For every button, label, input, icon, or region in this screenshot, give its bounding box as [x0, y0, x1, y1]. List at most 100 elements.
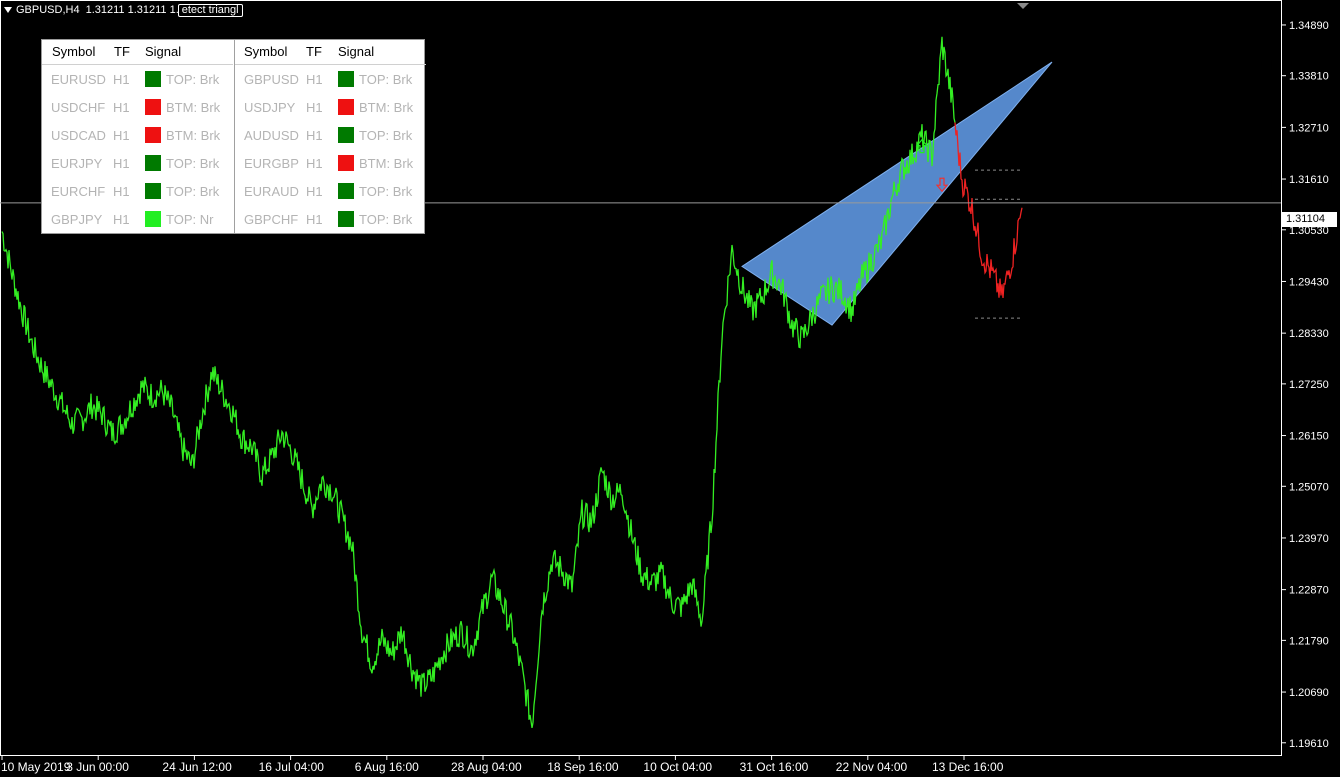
- x-tick-label: 24 Jun 12:00: [162, 760, 232, 774]
- signal-status-swatch: [338, 211, 354, 227]
- row-signal: TOP: Brk: [359, 212, 413, 227]
- x-tick-label: 13 Dec 16:00: [932, 760, 1004, 774]
- y-tick-label: 1.26150: [1289, 431, 1329, 443]
- header-symbol: Symbol: [244, 44, 288, 59]
- header-signal: Signal: [145, 44, 182, 59]
- signal-row[interactable]: USDCAD H1 BTM: Brk: [42, 122, 233, 150]
- row-symbol: USDJPY: [244, 100, 296, 115]
- y-tick-label: 1.20690: [1289, 687, 1329, 699]
- signal-status-swatch: [145, 183, 161, 199]
- row-signal: BTM: Brk: [359, 100, 414, 115]
- x-tick-label: 16 Jul 04:00: [259, 760, 325, 774]
- signal-row[interactable]: USDJPY H1 BTM: Brk: [235, 94, 426, 122]
- chart-menu-triangle-icon[interactable]: [4, 7, 12, 13]
- x-tick-label: 22 Nov 04:00: [836, 760, 908, 774]
- row-symbol: EURGBP: [244, 156, 299, 171]
- row-tf: H1: [113, 100, 130, 115]
- signal-row[interactable]: EURGBP H1 BTM: Brk: [235, 150, 426, 178]
- y-tick-label: 1.31610: [1289, 174, 1329, 186]
- x-tick-label: 31 Oct 16:00: [740, 760, 809, 774]
- y-tick-label: 1.33810: [1289, 71, 1329, 83]
- signal-status-swatch: [145, 127, 161, 143]
- signal-column-left: Symbol TF Signal EURUSD H1 TOP: Brk USDCHF H…: [42, 40, 233, 233]
- y-tick-label: 1.22870: [1289, 585, 1329, 597]
- row-signal: BTM: Brk: [166, 100, 221, 115]
- signal-status-swatch: [338, 183, 354, 199]
- x-tick-label: 18 Sep 16:00: [547, 760, 619, 774]
- chart-symbol-timeframe: GBPUSD,H4: [16, 4, 80, 16]
- row-symbol: USDCAD: [51, 128, 106, 143]
- row-symbol: EURCHF: [51, 184, 106, 199]
- signal-row[interactable]: GBPUSD H1 TOP: Brk: [235, 66, 426, 94]
- row-tf: H1: [113, 156, 130, 171]
- signal-status-swatch: [145, 211, 161, 227]
- indicator-label[interactable]: etect triangl: [177, 3, 243, 17]
- row-tf: H1: [306, 128, 323, 143]
- x-tick-label: 10 Oct 04:00: [643, 760, 712, 774]
- signal-row[interactable]: USDCHF H1 BTM: Brk: [42, 94, 233, 122]
- current-price-tag: 1.31104: [1282, 212, 1337, 227]
- signal-status-swatch: [338, 155, 354, 171]
- signal-row[interactable]: AUDUSD H1 TOP: Brk: [235, 122, 426, 150]
- signal-row[interactable]: EURUSD H1 TOP: Brk: [42, 66, 233, 94]
- row-symbol: AUDUSD: [244, 128, 299, 143]
- row-symbol: GBPJPY: [51, 212, 103, 227]
- y-tick-label: 1.29430: [1289, 276, 1329, 288]
- row-tf: H1: [306, 212, 323, 227]
- y-tick-label: 1.27250: [1289, 379, 1329, 391]
- panel-header: Symbol TF Signal: [42, 40, 233, 65]
- y-tick-label: 1.23970: [1289, 533, 1329, 545]
- row-tf: H1: [306, 184, 323, 199]
- header-tf: TF: [306, 44, 322, 59]
- row-tf: H1: [113, 128, 130, 143]
- signal-status-swatch: [338, 99, 354, 115]
- header-symbol: Symbol: [52, 44, 96, 59]
- header-signal: Signal: [338, 44, 375, 59]
- x-tick-label: 3 Jun 00:00: [66, 760, 129, 774]
- row-symbol: USDCHF: [51, 100, 106, 115]
- signal-row[interactable]: GBPCHF H1 TOP: Brk: [235, 206, 426, 234]
- signal-row[interactable]: EURJPY H1 TOP: Brk: [42, 150, 233, 178]
- row-signal: BTM: Brk: [166, 128, 221, 143]
- x-tick-label: 6 Aug 16:00: [355, 760, 419, 774]
- y-tick-label: 1.25070: [1289, 481, 1329, 493]
- signal-row[interactable]: EURAUD H1 TOP: Brk: [235, 178, 426, 206]
- row-symbol: EURAUD: [244, 184, 299, 199]
- signal-status-swatch: [145, 155, 161, 171]
- x-tick-label: 10 May 2019: [1, 760, 71, 774]
- row-tf: H1: [113, 184, 130, 199]
- panel-header: Symbol TF Signal: [235, 40, 426, 65]
- x-tick-label: 28 Aug 04:00: [451, 760, 522, 774]
- row-symbol: GBPUSD: [244, 72, 299, 87]
- y-tick-label: 1.19610: [1289, 738, 1329, 750]
- row-tf: H1: [113, 212, 130, 227]
- signal-status-swatch: [338, 71, 354, 87]
- row-signal: TOP: Brk: [166, 156, 220, 171]
- signal-row[interactable]: EURCHF H1 TOP: Brk: [42, 178, 233, 206]
- signal-status-swatch: [338, 127, 354, 143]
- chart-window[interactable]: 1.34890 1.33810 1.32710 1.31610 1.30530 1.294…: [0, 0, 1340, 777]
- row-signal: TOP: Brk: [359, 72, 413, 87]
- row-symbol: GBPCHF: [244, 212, 299, 227]
- row-tf: H1: [306, 72, 323, 87]
- row-tf: H1: [306, 156, 323, 171]
- header-tf: TF: [114, 44, 130, 59]
- row-signal: TOP: Brk: [359, 128, 413, 143]
- y-tick-label: 1.28330: [1289, 328, 1329, 340]
- row-signal: TOP: Nr: [166, 212, 214, 227]
- y-tick-label: 1.34890: [1289, 20, 1329, 32]
- y-tick-label: 1.32710: [1289, 122, 1329, 134]
- row-signal: TOP: Brk: [166, 184, 220, 199]
- row-signal: TOP: Brk: [166, 72, 220, 87]
- y-tick-label: 1.21790: [1289, 635, 1329, 647]
- signal-status-swatch: [145, 99, 161, 115]
- signal-status-swatch: [145, 71, 161, 87]
- row-signal: TOP: Brk: [359, 184, 413, 199]
- row-tf: H1: [306, 100, 323, 115]
- signal-panel: Symbol TF Signal EURUSD H1 TOP: Brk USDCHF H…: [41, 39, 426, 234]
- signal-row[interactable]: GBPJPY H1 TOP: Nr: [42, 206, 233, 234]
- chart-header: GBPUSD,H4 1.31211 1.31211 1.30991 1.3 et…: [4, 3, 243, 17]
- row-signal: BTM: Brk: [359, 156, 414, 171]
- row-tf: H1: [113, 72, 130, 87]
- row-symbol: EURJPY: [51, 156, 103, 171]
